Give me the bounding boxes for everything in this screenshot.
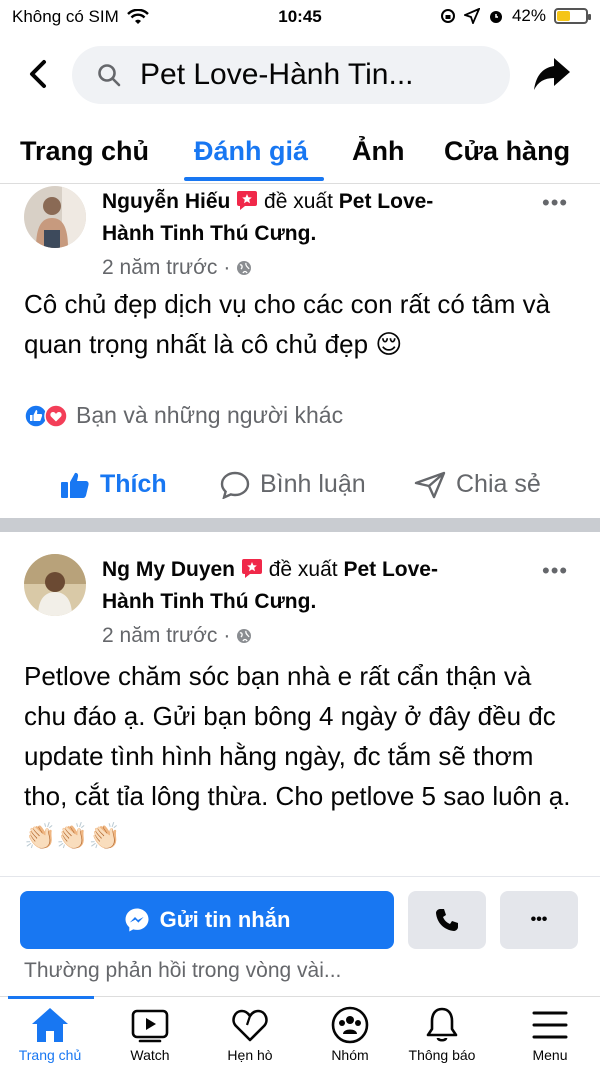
comment-icon <box>220 471 250 499</box>
page-tabs: Trang chủ Đánh giá Ảnh Cửa hàng <box>0 122 600 184</box>
more-actions-button[interactable]: ••• <box>500 891 578 949</box>
post-header: Ng My Duyen đề xuất Pet Love- Hành Tinh … <box>102 554 522 618</box>
phone-icon <box>436 909 458 931</box>
nav-dating-label: Hẹn hò <box>227 1047 273 1063</box>
recommend-verb: đề xuất <box>264 190 333 213</box>
header: Pet Love-Hành Tin... <box>0 42 600 106</box>
nav-groups[interactable]: Nhóm <box>300 1003 400 1063</box>
home-icon <box>32 1008 68 1042</box>
page-name[interactable]: Pet Love- <box>343 558 438 581</box>
messenger-icon <box>125 908 149 932</box>
send-message-label: Gửi tin nhắn <box>159 907 291 932</box>
more-options-icon[interactable]: ••• <box>542 558 572 584</box>
page-name[interactable]: Pet Love- <box>339 190 434 213</box>
send-icon <box>414 471 446 498</box>
active-tab-indicator <box>184 177 324 181</box>
nav-home-label: Trang chủ <box>18 1047 82 1063</box>
location-icon <box>463 8 480 24</box>
globe-icon <box>237 261 252 275</box>
rotation-lock-icon <box>440 9 455 23</box>
meta-separator: · <box>223 256 231 279</box>
post-text: Petlove chăm sóc bạn nhà e rất cẩn thận … <box>24 661 571 851</box>
like-label: Thích <box>100 470 167 498</box>
nav-menu[interactable]: Menu <box>500 1003 600 1063</box>
chevron-left-icon[interactable] <box>24 56 54 92</box>
share-arrow-icon[interactable] <box>532 54 572 94</box>
nav-notifications-label: Thông báo <box>408 1047 476 1063</box>
recommend-badge-icon <box>237 191 258 210</box>
post-divider <box>0 518 600 532</box>
post-meta: 2 năm trước · <box>102 624 252 648</box>
reaction-text: Bạn và những người khác <box>76 402 344 428</box>
video-icon <box>131 1009 169 1043</box>
search-text: Pet Love-Hành Tin... <box>140 58 414 91</box>
author-name[interactable]: Ng My Duyen <box>102 558 235 581</box>
response-time-note: Thường phản hồi trong vòng vài... <box>24 959 342 982</box>
nav-home[interactable]: Trang chủ <box>0 1003 100 1063</box>
tab-reviews[interactable]: Đánh giá <box>194 136 308 167</box>
page-name-line2[interactable]: Hành Tinh Thú Cưng. <box>102 222 316 245</box>
heart-outline-icon <box>232 1009 268 1042</box>
post-header: Nguyễn Hiếu đề xuất Pet Love- Hành Tinh … <box>102 186 522 250</box>
reaction-summary[interactable]: Bạn và những người khác <box>24 402 343 429</box>
bottom-navigation: Trang chủ Watch Hẹn hò Nhóm Thông báo Me… <box>0 996 600 1066</box>
review-post: Nguyễn Hiếu đề xuất Pet Love- Hành Tinh … <box>0 184 600 514</box>
meta-separator: · <box>223 624 231 647</box>
avatar[interactable] <box>24 554 86 616</box>
author-name[interactable]: Nguyễn Hiếu <box>102 190 230 213</box>
avatar[interactable] <box>24 186 86 248</box>
alarm-icon <box>489 11 502 23</box>
battery-fill <box>557 11 570 21</box>
post-time[interactable]: 2 năm trước <box>102 256 217 280</box>
active-nav-indicator <box>8 996 94 999</box>
globe-icon <box>237 629 252 643</box>
recommend-verb: đề xuất <box>268 558 338 581</box>
bell-icon <box>426 1007 458 1042</box>
groups-icon <box>331 1006 369 1044</box>
nav-menu-label: Menu <box>532 1047 568 1063</box>
thumbs-up-icon <box>61 472 89 498</box>
post-meta: 2 năm trước · <box>102 256 252 280</box>
review-post: Ng My Duyen đề xuất Pet Love- Hành Tinh … <box>0 548 600 878</box>
share-label: Chia sẻ <box>456 470 541 498</box>
nav-notifications[interactable]: Thông báo <box>392 1003 492 1063</box>
comment-button[interactable]: Bình luận <box>220 470 366 499</box>
more-options-icon[interactable]: ••• <box>542 190 572 216</box>
nav-dating[interactable]: Hẹn hò <box>200 1003 300 1063</box>
send-message-button[interactable]: Gửi tin nhắn <box>20 891 394 949</box>
battery-icon <box>554 8 591 24</box>
tab-shop[interactable]: Cửa hàng <box>444 136 570 167</box>
recommend-badge-icon <box>241 559 262 578</box>
page-cta-bar: Gửi tin nhắn ••• Thường phản hồi trong v… <box>0 876 600 996</box>
nav-groups-label: Nhóm <box>331 1047 369 1063</box>
share-button[interactable]: Chia sẻ <box>414 470 541 499</box>
post-text: Cô chủ đẹp dịch vụ cho các con rất có tâ… <box>24 289 551 359</box>
like-button[interactable]: Thích <box>60 470 167 499</box>
comment-label: Bình luận <box>260 470 366 498</box>
love-reaction-icon <box>44 403 68 428</box>
battery-percent: 42% <box>511 6 546 25</box>
status-bar: Không có SIM 10:45 42% <box>0 0 600 34</box>
post-time[interactable]: 2 năm trước <box>102 624 217 648</box>
page-name-line2[interactable]: Hành Tinh Thú Cưng. <box>102 590 316 613</box>
search-bar[interactable]: Pet Love-Hành Tin... <box>72 46 510 104</box>
search-icon <box>98 64 121 87</box>
nav-watch-label: Watch <box>130 1047 170 1063</box>
hamburger-icon <box>532 1011 568 1039</box>
tab-home[interactable]: Trang chủ <box>20 136 149 167</box>
tab-photos[interactable]: Ảnh <box>352 136 404 167</box>
nav-watch[interactable]: Watch <box>100 1003 200 1063</box>
post-actions: Thích Bình luận Chia sẻ <box>0 464 600 514</box>
call-button[interactable] <box>408 891 486 949</box>
